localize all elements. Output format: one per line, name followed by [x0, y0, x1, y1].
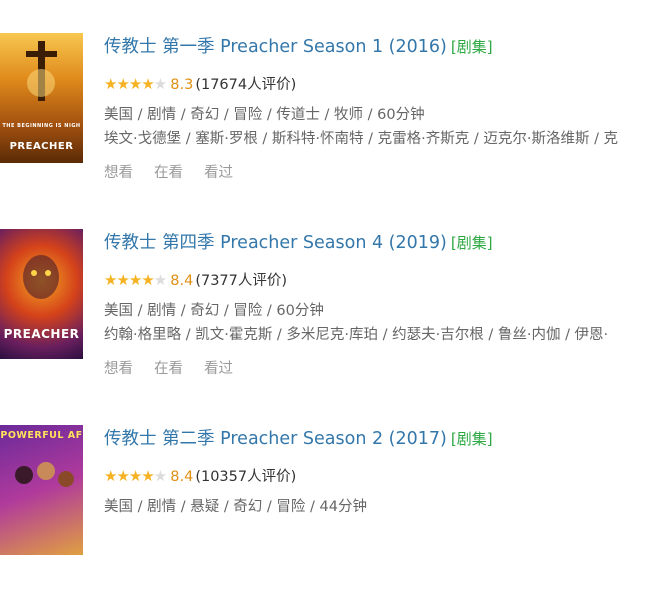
title-row: 传教士 第二季 Preacher Season 2 (2017) [剧集] [104, 427, 493, 451]
rating-row: ★★★★★ 8.4 (10357人评价) [104, 466, 296, 487]
rating-count: (7377人评价) [195, 273, 288, 289]
poster-image[interactable]: THE BEGINNING IS NIGH PREACHER [0, 33, 83, 163]
watching-button[interactable]: 在看 [154, 361, 183, 377]
action-row: 想看 在看 看过 [104, 359, 254, 379]
type-tag: [剧集] [450, 234, 493, 252]
result-item: POWERFUL AF 传教士 第二季 Preacher Season 2 (2… [0, 425, 660, 605]
show-title-link[interactable]: 传教士 第一季 Preacher Season 1 (2016) [104, 37, 447, 57]
show-title-link[interactable]: 传教士 第四季 Preacher Season 4 (2019) [104, 233, 447, 253]
watching-button[interactable]: 在看 [154, 165, 183, 181]
rating-count: (17674人评价) [195, 77, 297, 93]
title-row: 传教士 第一季 Preacher Season 1 (2016) [剧集] [104, 35, 493, 59]
result-item: PREACHER 传教士 第四季 Preacher Season 4 (2019… [0, 229, 660, 409]
want-to-watch-button[interactable]: 想看 [104, 165, 133, 181]
rating-count: (10357人评价) [195, 469, 297, 485]
poster-art [15, 462, 74, 487]
result-item: THE BEGINNING IS NIGH PREACHER 传教士 第一季 P… [0, 33, 660, 213]
poster-name: PREACHER [3, 327, 80, 341]
rating-score: 8.3 [170, 77, 194, 93]
watched-button[interactable]: 看过 [204, 361, 233, 377]
meta-genres: 美国 / 剧情 / 悬疑 / 奇幻 / 冒险 / 44分钟 [104, 499, 367, 515]
meta-cast: 埃文·戈德堡 / 塞斯·罗根 / 斯科特·怀南特 / 克雷格·齐斯克 / 迈克尔… [104, 131, 619, 147]
action-row: 想看 在看 看过 [104, 163, 254, 183]
rating-score: 8.4 [170, 273, 194, 289]
meta-genres: 美国 / 剧情 / 奇幻 / 冒险 / 传道士 / 牧师 / 60分钟 [104, 107, 425, 123]
poster-image[interactable]: POWERFUL AF [0, 425, 83, 555]
poster-tagline: THE BEGINNING IS NIGH [2, 123, 81, 129]
rating-score: 8.4 [170, 469, 194, 485]
type-tag: [剧集] [450, 38, 493, 56]
rating-row: ★★★★★ 8.3 (17674人评价) [104, 74, 296, 95]
type-tag: [剧集] [450, 430, 493, 448]
poster-tagline: POWERFUL AF [0, 430, 83, 441]
meta-cast: 约翰·格里略 / 凯文·霍克斯 / 多米尼克·库珀 / 约瑟夫·吉尔根 / 鲁丝… [104, 327, 609, 343]
poster-image[interactable]: PREACHER [0, 229, 83, 359]
watched-button[interactable]: 看过 [204, 165, 233, 181]
title-row: 传教士 第四季 Preacher Season 4 (2019) [剧集] [104, 231, 493, 255]
star-rating-icon: ★★★★★ [104, 75, 167, 93]
show-title-link[interactable]: 传教士 第二季 Preacher Season 2 (2017) [104, 429, 447, 449]
poster-name: PREACHER [9, 141, 74, 152]
rating-row: ★★★★★ 8.4 (7377人评价) [104, 270, 287, 291]
star-rating-icon: ★★★★★ [104, 467, 167, 485]
star-rating-icon: ★★★★★ [104, 271, 167, 289]
want-to-watch-button[interactable]: 想看 [104, 361, 133, 377]
meta-genres: 美国 / 剧情 / 奇幻 / 冒险 / 60分钟 [104, 303, 324, 319]
